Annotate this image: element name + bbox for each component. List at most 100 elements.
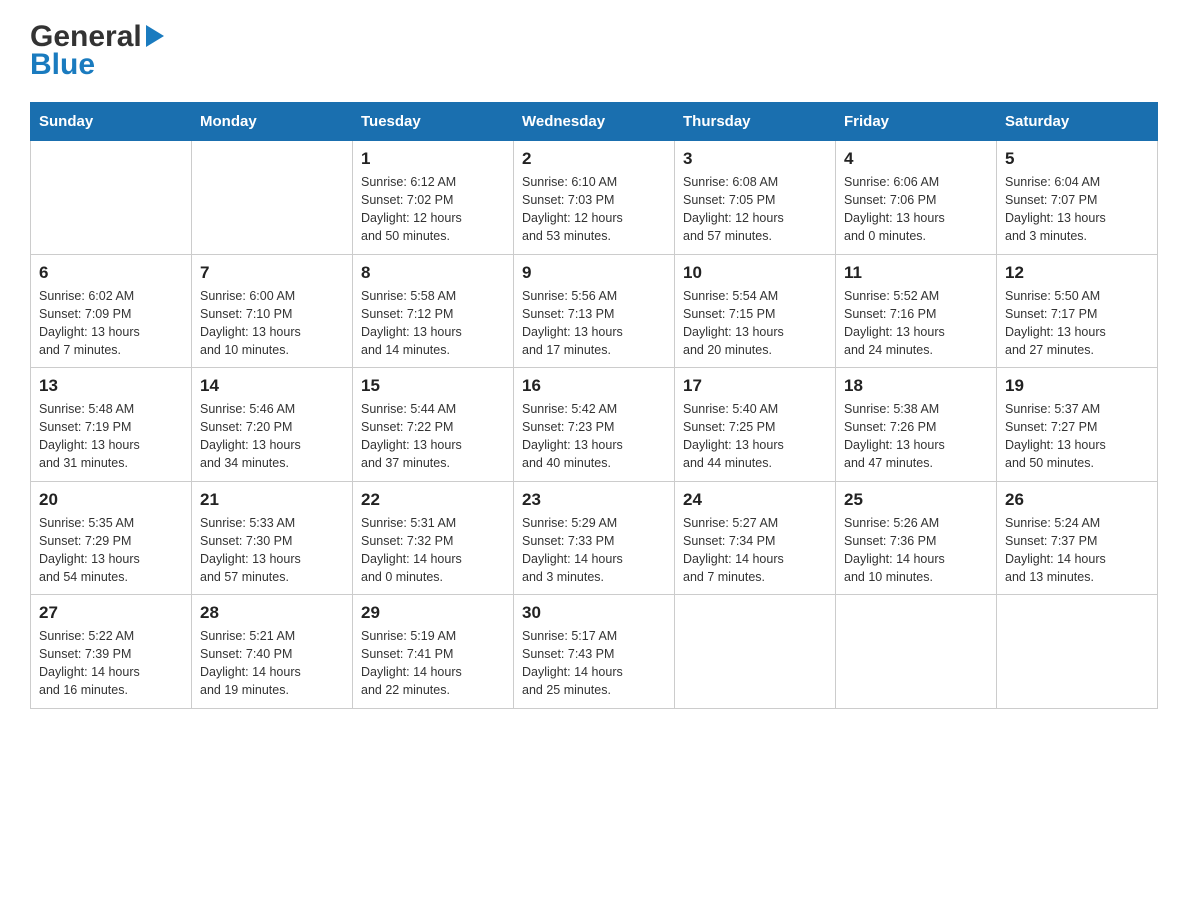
calendar-cell: 25 Sunrise: 5:26 AM Sunset: 7:36 PM Dayli…	[836, 481, 997, 595]
day-info: Sunrise: 6:02 AM Sunset: 7:09 PM Dayligh…	[39, 287, 183, 360]
calendar-cell: 13 Sunrise: 5:48 AM Sunset: 7:19 PM Dayli…	[31, 368, 192, 482]
page-header: General Blue	[30, 20, 1158, 82]
day-number: 27	[39, 603, 183, 623]
day-info: Sunrise: 5:58 AM Sunset: 7:12 PM Dayligh…	[361, 287, 505, 360]
calendar-cell: 27 Sunrise: 5:22 AM Sunset: 7:39 PM Dayli…	[31, 595, 192, 709]
calendar-header-friday: Friday	[836, 103, 997, 141]
day-number: 22	[361, 490, 505, 510]
calendar-cell: 11 Sunrise: 5:52 AM Sunset: 7:16 PM Dayli…	[836, 254, 997, 368]
day-info: Sunrise: 6:12 AM Sunset: 7:02 PM Dayligh…	[361, 173, 505, 246]
calendar-table: SundayMondayTuesdayWednesdayThursdayFrid…	[30, 102, 1158, 709]
calendar-cell: 3Sunrise: 6:08 AM Sunset: 7:05 PM Daylig…	[675, 141, 836, 255]
day-number: 21	[200, 490, 344, 510]
day-number: 14	[200, 376, 344, 396]
calendar-header: SundayMondayTuesdayWednesdayThursdayFrid…	[31, 103, 1158, 141]
calendar-week-4: 20 Sunrise: 5:35 AM Sunset: 7:29 PM Dayli…	[31, 481, 1158, 595]
calendar-cell: 20 Sunrise: 5:35 AM Sunset: 7:29 PM Dayli…	[31, 481, 192, 595]
calendar-cell: 26Sunrise: 5:24 AM Sunset: 7:37 PM Dayli…	[997, 481, 1158, 595]
day-info: Sunrise: 5:48 AM Sunset: 7:19 PM Dayligh…	[39, 400, 183, 473]
day-info: Sunrise: 5:21 AM Sunset: 7:40 PM Dayligh…	[200, 627, 344, 700]
day-info: Sunrise: 6:00 AM Sunset: 7:10 PM Dayligh…	[200, 287, 344, 360]
day-number: 4	[844, 149, 988, 169]
day-number: 23	[522, 490, 666, 510]
day-info: Sunrise: 6:04 AM Sunset: 7:07 PM Dayligh…	[1005, 173, 1149, 246]
calendar-cell: 14 Sunrise: 5:46 AM Sunset: 7:20 PM Dayli…	[192, 368, 353, 482]
calendar-cell	[997, 595, 1158, 709]
calendar-header-sunday: Sunday	[31, 103, 192, 141]
day-info: Sunrise: 6:10 AM Sunset: 7:03 PM Dayligh…	[522, 173, 666, 246]
calendar-cell: 4Sunrise: 6:06 AM Sunset: 7:06 PM Daylig…	[836, 141, 997, 255]
day-info: Sunrise: 5:26 AM Sunset: 7:36 PM Dayligh…	[844, 514, 988, 587]
calendar-cell: 15 Sunrise: 5:44 AM Sunset: 7:22 PM Dayli…	[353, 368, 514, 482]
day-number: 24	[683, 490, 827, 510]
day-number: 3	[683, 149, 827, 169]
calendar-cell: 23 Sunrise: 5:29 AM Sunset: 7:33 PM Dayli…	[514, 481, 675, 595]
day-number: 10	[683, 263, 827, 283]
calendar-header-tuesday: Tuesday	[353, 103, 514, 141]
day-info: Sunrise: 5:24 AM Sunset: 7:37 PM Dayligh…	[1005, 514, 1149, 587]
calendar-cell	[31, 141, 192, 255]
day-number: 20	[39, 490, 183, 510]
calendar-header-monday: Monday	[192, 103, 353, 141]
day-info: Sunrise: 5:27 AM Sunset: 7:34 PM Dayligh…	[683, 514, 827, 587]
calendar-cell: 19 Sunrise: 5:37 AM Sunset: 7:27 PM Dayli…	[997, 368, 1158, 482]
calendar-cell: 7 Sunrise: 6:00 AM Sunset: 7:10 PM Daylig…	[192, 254, 353, 368]
day-info: Sunrise: 5:31 AM Sunset: 7:32 PM Dayligh…	[361, 514, 505, 587]
calendar-cell: 22 Sunrise: 5:31 AM Sunset: 7:32 PM Dayli…	[353, 481, 514, 595]
calendar-cell	[192, 141, 353, 255]
day-info: Sunrise: 5:33 AM Sunset: 7:30 PM Dayligh…	[200, 514, 344, 587]
day-number: 6	[39, 263, 183, 283]
calendar-week-1: 1 Sunrise: 6:12 AM Sunset: 7:02 PM Daylig…	[31, 141, 1158, 255]
calendar-week-3: 13 Sunrise: 5:48 AM Sunset: 7:19 PM Dayli…	[31, 368, 1158, 482]
day-number: 11	[844, 263, 988, 283]
calendar-body: 1 Sunrise: 6:12 AM Sunset: 7:02 PM Daylig…	[31, 141, 1158, 709]
day-number: 18	[844, 376, 988, 396]
calendar-header-wednesday: Wednesday	[514, 103, 675, 141]
day-info: Sunrise: 5:42 AM Sunset: 7:23 PM Dayligh…	[522, 400, 666, 473]
day-info: Sunrise: 5:54 AM Sunset: 7:15 PM Dayligh…	[683, 287, 827, 360]
day-number: 7	[200, 263, 344, 283]
day-info: Sunrise: 5:56 AM Sunset: 7:13 PM Dayligh…	[522, 287, 666, 360]
day-info: Sunrise: 5:19 AM Sunset: 7:41 PM Dayligh…	[361, 627, 505, 700]
day-number: 15	[361, 376, 505, 396]
day-number: 2	[522, 149, 666, 169]
day-number: 29	[361, 603, 505, 623]
calendar-cell	[836, 595, 997, 709]
day-number: 25	[844, 490, 988, 510]
day-number: 13	[39, 376, 183, 396]
day-info: Sunrise: 5:29 AM Sunset: 7:33 PM Dayligh…	[522, 514, 666, 587]
day-number: 8	[361, 263, 505, 283]
day-info: Sunrise: 5:35 AM Sunset: 7:29 PM Dayligh…	[39, 514, 183, 587]
calendar-week-5: 27 Sunrise: 5:22 AM Sunset: 7:39 PM Dayli…	[31, 595, 1158, 709]
calendar-header-thursday: Thursday	[675, 103, 836, 141]
calendar-cell: 10 Sunrise: 5:54 AM Sunset: 7:15 PM Dayli…	[675, 254, 836, 368]
calendar-cell: 21 Sunrise: 5:33 AM Sunset: 7:30 PM Dayli…	[192, 481, 353, 595]
day-number: 5	[1005, 149, 1149, 169]
calendar-cell: 17 Sunrise: 5:40 AM Sunset: 7:25 PM Dayli…	[675, 368, 836, 482]
day-number: 30	[522, 603, 666, 623]
calendar-cell: 30 Sunrise: 5:17 AM Sunset: 7:43 PM Dayli…	[514, 595, 675, 709]
day-number: 12	[1005, 263, 1149, 283]
day-info: Sunrise: 5:17 AM Sunset: 7:43 PM Dayligh…	[522, 627, 666, 700]
calendar-cell: 29 Sunrise: 5:19 AM Sunset: 7:41 PM Dayli…	[353, 595, 514, 709]
day-number: 19	[1005, 376, 1149, 396]
day-info: Sunrise: 5:40 AM Sunset: 7:25 PM Dayligh…	[683, 400, 827, 473]
day-info: Sunrise: 5:46 AM Sunset: 7:20 PM Dayligh…	[200, 400, 344, 473]
day-info: Sunrise: 5:37 AM Sunset: 7:27 PM Dayligh…	[1005, 400, 1149, 473]
calendar-week-2: 6 Sunrise: 6:02 AM Sunset: 7:09 PM Daylig…	[31, 254, 1158, 368]
day-number: 16	[522, 376, 666, 396]
calendar-cell: 12 Sunrise: 5:50 AM Sunset: 7:17 PM Dayli…	[997, 254, 1158, 368]
calendar-cell: 16 Sunrise: 5:42 AM Sunset: 7:23 PM Dayli…	[514, 368, 675, 482]
calendar-cell: 6 Sunrise: 6:02 AM Sunset: 7:09 PM Daylig…	[31, 254, 192, 368]
day-number: 28	[200, 603, 344, 623]
calendar-cell: 1 Sunrise: 6:12 AM Sunset: 7:02 PM Daylig…	[353, 141, 514, 255]
day-number: 1	[361, 149, 505, 169]
day-info: Sunrise: 5:50 AM Sunset: 7:17 PM Dayligh…	[1005, 287, 1149, 360]
calendar-header-saturday: Saturday	[997, 103, 1158, 141]
day-info: Sunrise: 5:44 AM Sunset: 7:22 PM Dayligh…	[361, 400, 505, 473]
day-number: 17	[683, 376, 827, 396]
calendar-cell: 5 Sunrise: 6:04 AM Sunset: 7:07 PM Daylig…	[997, 141, 1158, 255]
day-info: Sunrise: 5:52 AM Sunset: 7:16 PM Dayligh…	[844, 287, 988, 360]
day-info: Sunrise: 5:22 AM Sunset: 7:39 PM Dayligh…	[39, 627, 183, 700]
day-info: Sunrise: 5:38 AM Sunset: 7:26 PM Dayligh…	[844, 400, 988, 473]
